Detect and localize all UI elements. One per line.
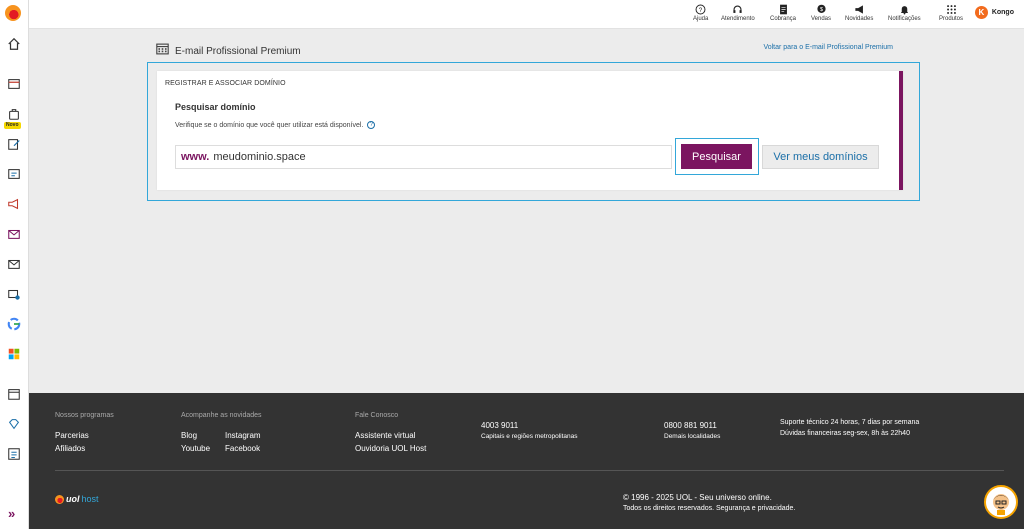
shop-bag-icon[interactable] <box>6 106 21 121</box>
atendimento-label: Atendimento <box>721 16 755 22</box>
footer-programs-heading: Nossos programas <box>55 412 114 419</box>
section-label: REGISTRAR E ASSOCIAR DOMÍNIO <box>165 80 286 87</box>
my-domains-button[interactable]: Ver meus domínios <box>762 145 879 169</box>
finance-hours: Dúvidas financeiras seg-sex, 8h às 22h40 <box>780 430 910 437</box>
rights-text[interactable]: Todos os direitos reservados. Segurança … <box>623 505 795 512</box>
domain-search-card: REGISTRAR E ASSOCIAR DOMÍNIO Pesquisar d… <box>157 71 903 190</box>
uol-host-logo[interactable]: uol host <box>55 494 99 504</box>
footer-link-blog[interactable]: Blog <box>181 431 197 440</box>
footer-contact-heading: Fale Conosco <box>355 412 399 419</box>
page-header: E-mail Profissional Premium <box>156 42 301 60</box>
notificacoes-button[interactable]: Notificações <box>888 3 921 22</box>
footer-link-ouvidoria[interactable]: Ouvidoria UOL Host <box>355 444 426 453</box>
bell-icon <box>888 3 921 16</box>
document-icon <box>770 3 796 16</box>
headset-icon <box>721 3 755 16</box>
novo-badge: Novo <box>4 122 21 129</box>
search-title: Pesquisar domínio <box>175 102 256 112</box>
footer: Nossos programas Parcerias Afiliados Aco… <box>29 393 1024 529</box>
virtual-assistant-icon[interactable] <box>984 485 1018 519</box>
user-name: Kongo <box>991 9 1014 16</box>
building-icon[interactable] <box>6 386 21 401</box>
phone-1-desc: Capitais e regiões metropolitanas <box>481 433 578 440</box>
user-menu[interactable]: K Kongo <box>974 6 1014 19</box>
footer-link-facebook[interactable]: Facebook <box>225 444 260 453</box>
phone-2-desc: Demais localidades <box>664 433 721 440</box>
uol-logo-icon[interactable] <box>5 5 21 21</box>
produtos-button[interactable]: Produtos <box>939 3 963 22</box>
help-button[interactable]: ? Ajuda <box>693 3 708 22</box>
avatar: K <box>974 6 988 19</box>
help-icon[interactable]: ? <box>367 121 376 129</box>
search-help: Verifique se o domínio que você quer uti… <box>175 121 376 129</box>
novidades-button[interactable]: Novidades <box>845 3 873 22</box>
footer-divider <box>55 470 1004 471</box>
footer-link-assistente[interactable]: Assistente virtual <box>355 431 415 440</box>
svg-text:?: ? <box>699 7 703 14</box>
copyright: © 1996 - 2025 UOL - Seu universo online. <box>623 493 772 502</box>
novidades-label: Novidades <box>845 16 874 22</box>
list-icon[interactable] <box>6 446 21 461</box>
mail-settings-icon[interactable] <box>6 286 21 301</box>
footer-news-heading: Acompanhe as novidades <box>181 412 262 419</box>
phone-1: 4003 9011 <box>481 421 519 430</box>
notificacoes-label: Notificações <box>888 16 921 22</box>
expand-sidebar-icon[interactable]: » <box>8 506 15 521</box>
atendimento-button[interactable]: Atendimento <box>721 3 755 22</box>
footer-link-instagram[interactable]: Instagram <box>225 431 261 440</box>
svg-text:$: $ <box>819 7 822 13</box>
host-brand: host <box>81 494 99 504</box>
domain-search-input[interactable]: www. meudominio.space <box>175 145 672 169</box>
domain-value[interactable]: meudominio.space <box>213 151 305 163</box>
topbar: ? Ajuda Atendimento Cobrança $ Vendas No… <box>29 0 1024 29</box>
diamond-icon[interactable] <box>6 416 21 431</box>
grid-icon <box>939 3 963 16</box>
edit-icon[interactable] <box>6 136 21 151</box>
footer-link-parcerias[interactable]: Parcerias <box>55 431 89 440</box>
vendas-button[interactable]: $ Vendas <box>811 3 831 22</box>
mail-icon[interactable] <box>6 256 21 271</box>
microsoft-icon[interactable] <box>6 346 21 361</box>
store-icon[interactable] <box>6 76 21 91</box>
support-hours: Suporte técnico 24 horas, 7 dias por sem… <box>780 419 920 426</box>
megaphone-icon[interactable] <box>6 196 21 211</box>
dollar-bubble-icon: $ <box>811 3 831 16</box>
help-icon: ? <box>693 3 708 16</box>
building-icon <box>156 42 169 60</box>
help-label: Ajuda <box>693 16 709 22</box>
sidebar: Novo » <box>0 0 29 529</box>
produtos-label: Produtos <box>939 16 964 22</box>
www-prefix: www. <box>181 151 210 163</box>
dashboard-icon[interactable] <box>6 166 21 181</box>
megaphone-icon <box>845 3 873 16</box>
vendas-label: Vendas <box>811 16 832 22</box>
footer-link-youtube[interactable]: Youtube <box>181 444 210 453</box>
cobranca-button[interactable]: Cobrança <box>770 3 796 22</box>
search-help-text: Verifique se o domínio que você quer uti… <box>175 121 364 129</box>
uol-logo-icon <box>55 494 64 504</box>
phone-2: 0800 881 9011 <box>664 421 717 430</box>
email-marketing-icon[interactable] <box>6 226 21 241</box>
footer-link-afiliados[interactable]: Afiliados <box>55 444 85 453</box>
back-link[interactable]: Voltar para o E-mail Profissional Premiu… <box>763 44 893 51</box>
home-icon[interactable] <box>6 36 21 51</box>
google-icon[interactable] <box>6 316 21 331</box>
cobranca-label: Cobrança <box>770 16 797 22</box>
page-title: E-mail Profissional Premium <box>175 45 301 57</box>
uol-brand: uol <box>66 494 80 504</box>
search-button[interactable]: Pesquisar <box>681 144 752 169</box>
